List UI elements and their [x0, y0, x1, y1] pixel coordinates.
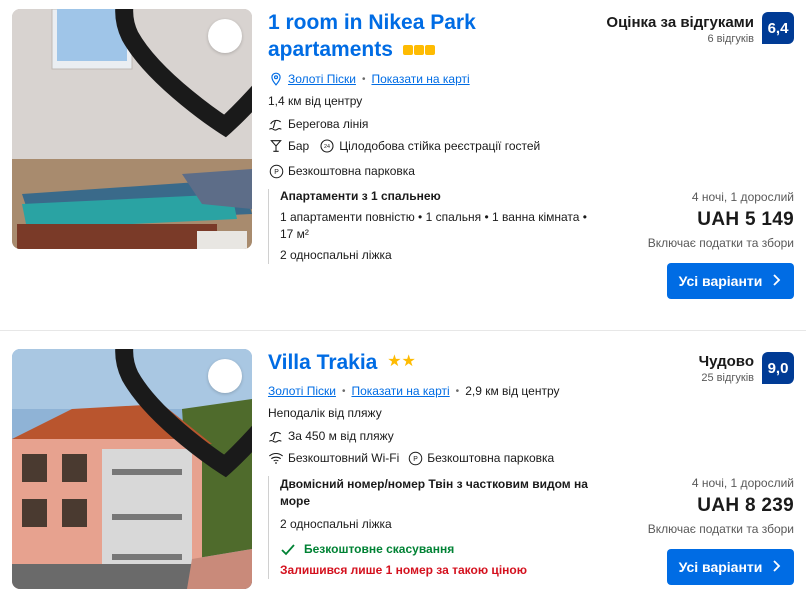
beach-distance-row: За 450 м від пляжу — [268, 428, 394, 444]
show-map-link[interactable]: Показати на карті — [351, 384, 449, 398]
property-card: Villa Trakia ★★ Золоті Піски • Показати … — [0, 333, 806, 601]
scarcity-message: Залишився лише 1 номер за такою ціною — [280, 563, 527, 577]
stay-details: 4 ночі, 1 дорослий — [691, 190, 794, 204]
button-label: Усі варіанти — [678, 273, 763, 289]
location-row: Золоті Піски • Показати на карті • 2,9 к… — [268, 384, 560, 398]
near-beach-text: Неподалік від пляжу — [268, 406, 382, 420]
check-icon — [280, 542, 296, 558]
room-name: Двомісний номер/номер Твін з частковим в… — [280, 477, 588, 508]
room-name: Апартаменти з 1 спальнею — [280, 189, 441, 203]
feature-row: Берегова лінія — [268, 116, 368, 132]
feature-beachfront: Берегова лінія — [288, 117, 369, 131]
reception-icon: 24 — [319, 138, 335, 154]
rating-squares — [402, 37, 436, 64]
location-row: Золоті Піски • Показати на карті — [268, 71, 470, 87]
property-title[interactable]: Villa Trakia ★★ — [268, 349, 416, 378]
bed-info: 2 односпальні ліжка — [280, 248, 392, 262]
wifi-icon — [268, 450, 284, 466]
see-availability-button[interactable]: Усі варіанти — [667, 549, 794, 585]
favorite-button[interactable] — [115, 349, 252, 478]
heart-icon — [105, 9, 252, 156]
see-availability-button[interactable]: Усі варіанти — [667, 263, 794, 299]
pin-icon — [268, 71, 284, 87]
beach-distance: За 450 м від пляжу — [288, 429, 394, 443]
feature-bar: Бар — [288, 139, 310, 153]
show-map-link[interactable]: Показати на карті — [371, 72, 469, 86]
beach-icon — [268, 116, 284, 132]
feature-parking: Безкоштовна парковка — [427, 451, 555, 465]
price: UAH 8 239 — [697, 495, 794, 516]
room-info: Апартаменти з 1 спальнею 1 апартаменти п… — [268, 189, 588, 264]
button-label: Усі варіанти — [678, 559, 763, 575]
room-info: Двомісний номер/номер Твін з частковим в… — [268, 476, 598, 579]
parking-row: P Безкоштовна парковка — [268, 163, 415, 179]
review-count: 25 відгуків — [701, 372, 754, 384]
svg-text:P: P — [274, 169, 279, 176]
favorite-button[interactable] — [115, 9, 252, 138]
amenities-row: Безкоштовний Wi-Fi P Безкоштовна парковк… — [268, 450, 554, 466]
price: UAH 5 149 — [697, 209, 794, 230]
bar-icon — [268, 138, 284, 154]
score-word: Чудово — [698, 353, 754, 370]
property-photo[interactable] — [12, 9, 252, 249]
review-summary[interactable]: Оцінка за відгуками 6 відгуків — [606, 14, 754, 45]
feature-reception: Цілодобова стійка реєстрації гостей — [339, 139, 541, 153]
svg-text:P: P — [413, 456, 418, 463]
star-rating: ★★ — [387, 353, 416, 370]
location-link[interactable]: Золоті Піски — [288, 72, 356, 86]
feature-wifi: Безкоштовний Wi-Fi — [288, 451, 400, 465]
stay-details: 4 ночі, 1 дорослий — [691, 476, 794, 490]
bed-info: 2 односпальні ліжка — [280, 517, 392, 531]
distance-text: 1,4 км від центру — [268, 94, 363, 108]
feature-parking: Безкоштовна парковка — [288, 164, 415, 178]
chevron-right-icon — [772, 273, 782, 289]
room-details: 1 апартаменти повністю • 1 спальня • 1 в… — [280, 210, 587, 241]
property-title[interactable]: 1 room in Nikea Park apartaments — [268, 9, 518, 64]
review-score-badge[interactable]: 6,4 — [762, 12, 794, 44]
free-cancellation: Безкоштовне скасування — [280, 541, 598, 558]
tax-note: Включає податки та збори — [647, 522, 794, 536]
beach-icon — [268, 428, 284, 444]
review-count: 6 відгуків — [707, 33, 755, 45]
divider — [0, 330, 806, 331]
score-word: Оцінка за відгуками — [606, 14, 754, 31]
property-card: 1 room in Nikea Park apartaments Золоті … — [0, 0, 806, 318]
review-score-badge[interactable]: 9,0 — [762, 352, 794, 384]
location-link[interactable]: Золоті Піски — [268, 384, 336, 398]
parking-icon: P — [407, 450, 423, 466]
heart-icon — [105, 349, 252, 496]
review-summary[interactable]: Чудово 25 відгуків — [699, 353, 754, 384]
chevron-right-icon — [772, 559, 782, 575]
svg-text:24: 24 — [324, 144, 330, 150]
tax-note: Включає податки та збори — [647, 236, 794, 250]
amenities-row: Бар 24 Цілодобова стійка реєстрації гост… — [268, 138, 540, 154]
parking-icon: P — [268, 163, 284, 179]
distance-text: 2,9 км від центру — [465, 384, 560, 398]
property-photo[interactable] — [12, 349, 252, 589]
